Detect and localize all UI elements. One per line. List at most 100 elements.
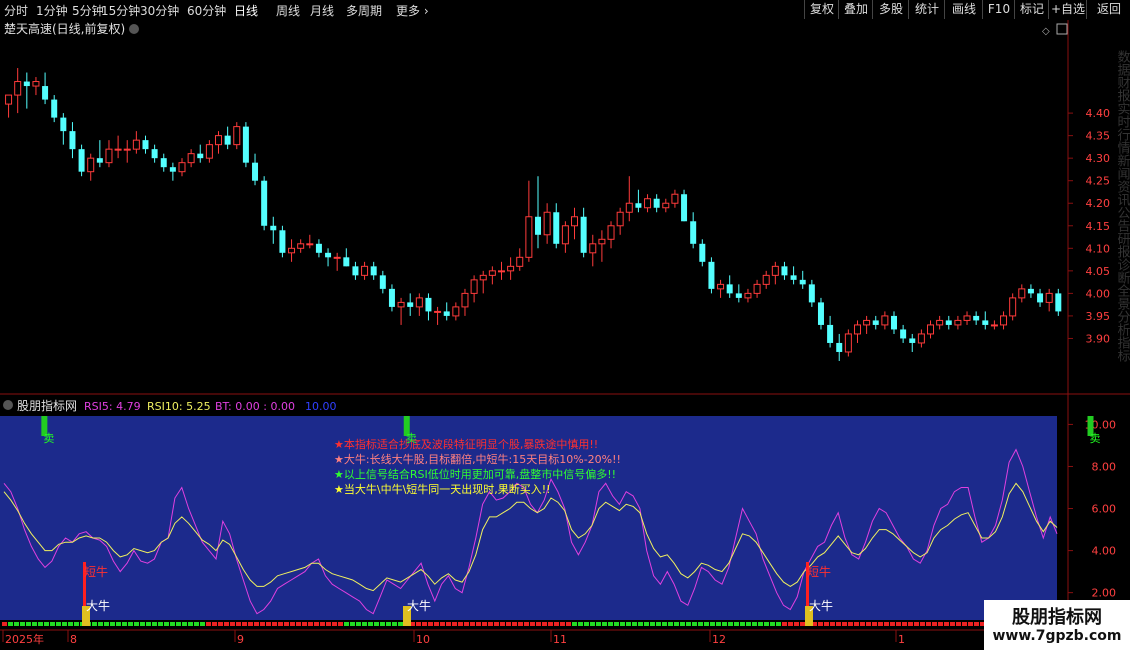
period-tab-10[interactable]: 更多 › (396, 2, 429, 19)
signal-strip-cell-37 (224, 622, 229, 626)
signal-strip-cell-52 (314, 622, 319, 626)
signal-strip-cell-2 (14, 622, 19, 626)
candle-body-37 (343, 257, 350, 267)
signal-strip-cell-82 (494, 622, 499, 626)
signal-strip-cell-53 (320, 622, 325, 626)
signal-strip-cell-46 (278, 622, 283, 626)
toolbar-button-4[interactable]: 画线 (944, 0, 983, 19)
signal-strip-cell-146 (878, 622, 883, 626)
indicator-note-0: ★本指标适合抄底及波段特征明显个股,暴跌途中慎用!! (334, 437, 598, 451)
period-tab-7[interactable]: 周线 (276, 2, 300, 19)
signal-strip-cell-162 (974, 622, 979, 626)
candle-body-85 (781, 266, 788, 276)
toolbar-button-7[interactable]: +自选 (1048, 0, 1087, 19)
xtick-label-3: 10 (416, 633, 430, 646)
candle-body-25 (233, 126, 241, 146)
signal-strip-cell-118 (710, 622, 715, 626)
signal-strip-cell-10 (62, 622, 67, 626)
candle-body-22 (205, 144, 213, 159)
candle-body-26 (242, 126, 249, 163)
period-tab-9[interactable]: 多周期 (346, 2, 382, 19)
toolbar-button-5[interactable]: F10 (982, 0, 1015, 19)
signal-strip-cell-58 (350, 622, 355, 626)
signal-strip-cell-47 (284, 622, 289, 626)
period-tab-2[interactable]: 5分钟 (72, 2, 104, 19)
signal-strip-cell-157 (944, 622, 949, 626)
signal-strip-cell-63 (380, 622, 385, 626)
signal-strip-cell-156 (938, 622, 943, 626)
signal-strip-cell-91 (548, 622, 553, 626)
signal-strip-cell-4 (26, 622, 31, 626)
signal-strip-cell-160 (962, 622, 967, 626)
candle-body-99 (909, 338, 916, 343)
candle-body-3 (32, 81, 40, 87)
ytick-label-main-6: 4.10 (1086, 242, 1111, 255)
period-tab-3[interactable]: 15分钟 (101, 2, 140, 19)
candle-body-66 (607, 225, 615, 240)
period-tab-6[interactable]: 日线 (234, 2, 258, 19)
ytick-label-main-2: 4.30 (1086, 152, 1111, 165)
signal-strip-cell-111 (668, 622, 673, 626)
candle-body-21 (197, 153, 204, 159)
ytick-label-main-8: 4.00 (1086, 287, 1111, 300)
candle-body-14 (132, 139, 140, 150)
signal-strip-cell-103 (620, 622, 625, 626)
candle-body-104 (954, 319, 962, 326)
candle-body-94 (863, 319, 871, 326)
candle-body-89 (817, 302, 824, 325)
signal-strip-cell-43 (260, 622, 265, 626)
signal-strip-cell-65 (392, 622, 397, 626)
period-tab-4[interactable]: 30分钟 (140, 2, 179, 19)
signal-strip-cell-11 (68, 622, 73, 626)
period-tab-5[interactable]: 60分钟 (187, 2, 226, 19)
candle-body-63 (580, 216, 587, 253)
right-side-text: 数据财报实时行情新闻资讯公告研报诊断全景分析指标 (1115, 50, 1130, 363)
signal-strip-cell-95 (572, 622, 577, 626)
signal-strip-cell-17 (104, 622, 109, 626)
signal-strip-cell-121 (728, 622, 733, 626)
signal-strip-cell-56 (338, 622, 343, 626)
candle-body-70 (644, 198, 652, 209)
candle-body-64 (589, 243, 597, 254)
signal-strip-cell-16 (98, 622, 103, 626)
signal-strip-cell-31 (188, 622, 193, 626)
candle-body-67 (616, 211, 624, 227)
ytick-label-main-4: 4.20 (1086, 197, 1111, 210)
candle-body-28 (261, 180, 268, 226)
toolbar-button-2[interactable]: 多股 (872, 0, 909, 19)
candle-body-18 (169, 167, 176, 172)
extra-label: 10.00 (305, 400, 337, 413)
toolbar-button-1[interactable]: 叠加 (838, 0, 873, 19)
candle-body-4 (42, 86, 49, 100)
signal-strip-cell-126 (758, 622, 763, 626)
period-tab-8[interactable]: 月线 (310, 2, 334, 19)
signal-strip-cell-18 (110, 622, 115, 626)
toolbar-button-8[interactable]: 返回 (1086, 0, 1130, 19)
candle-body-91 (836, 342, 843, 352)
candle-body-32 (297, 243, 305, 249)
toolbar-button-3[interactable]: 统计 (908, 0, 945, 19)
candle-body-15 (142, 140, 149, 150)
signal-strip-cell-34 (206, 622, 211, 626)
bt-label: BT: 0.00 : 0.00 (215, 400, 295, 413)
signal-strip-cell-59 (356, 622, 361, 626)
toolbar-button-0[interactable]: 复权 (804, 0, 839, 19)
period-tab-1[interactable]: 1分钟 (36, 2, 68, 19)
signal-strip-cell-125 (752, 622, 757, 626)
candle-body-16 (151, 149, 158, 159)
signal-strip-cell-19 (116, 622, 121, 626)
signal-strip-cell-109 (656, 622, 661, 626)
period-tab-0[interactable]: 分时 (4, 2, 28, 19)
signal-strip-cell-119 (716, 622, 721, 626)
candle-body-23 (215, 135, 223, 146)
signal-strip-cell-3 (20, 622, 25, 626)
ytick-label-main-9: 3.95 (1086, 310, 1111, 323)
candle-body-13 (123, 148, 131, 151)
candle-body-62 (571, 216, 579, 227)
candle-body-112 (1027, 288, 1034, 294)
signal-strip-cell-29 (176, 622, 181, 626)
toolbar-button-6[interactable]: 标记 (1014, 0, 1049, 19)
period-toolbar: 分时 1分钟 5分钟 15分钟 30分钟 60分钟 日线 周线 月线 多周期 更多 › 复权 叠加 多股统… (0, 0, 1130, 21)
signal-strip-cell-55 (332, 622, 337, 626)
signal-strip-cell-144 (866, 622, 871, 626)
